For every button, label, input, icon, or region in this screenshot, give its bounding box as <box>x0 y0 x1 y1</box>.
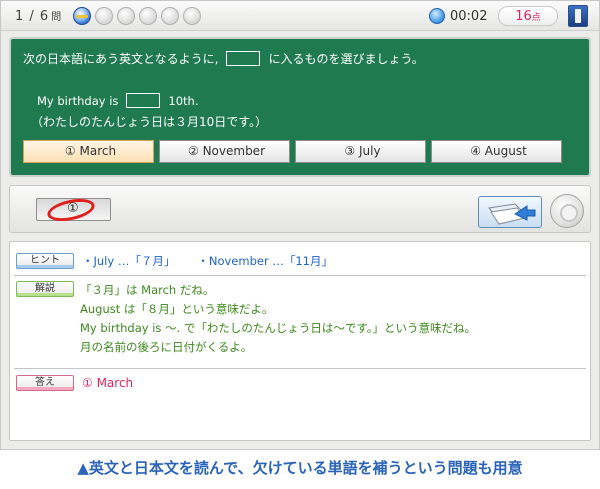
caption: ▲英文と日本文を読んで、欠けている単語を補うという問題も用意 <box>77 459 523 477</box>
door-exit-icon[interactable] <box>568 5 588 27</box>
next-button[interactable] <box>478 196 542 228</box>
choice-button-4[interactable]: ④ August <box>431 140 562 163</box>
progress-dot-5 <box>161 7 179 25</box>
progress-dot-6 <box>183 7 201 25</box>
instruction-before: 次の日本語にあう英文となるように, <box>23 52 219 66</box>
quiz-app: 1 / 6問 00:02 16点 次の日本語にあう英文となるように, に入るもの… <box>0 0 600 450</box>
hint-item-2: ・November …「11月」 <box>197 254 333 268</box>
answer-row: 答え ① March <box>16 375 133 391</box>
correct-answer: ① March <box>82 376 134 390</box>
question-progress: 1 / 6問 <box>15 8 62 24</box>
score-badge: 16点 <box>498 6 558 26</box>
progress-unit: 問 <box>51 12 63 23</box>
hint-text: ・July …「７月」 ・November …「11月」 <box>82 253 333 269</box>
answer-value: ① <box>67 201 79 216</box>
hint-item-1: ・July …「７月」 <box>82 254 176 268</box>
answer-panel: ① <box>9 185 591 233</box>
english-before: My birthday is <box>37 93 119 108</box>
score-value: 16 <box>515 9 532 24</box>
divider <box>14 275 586 276</box>
answer-tag: 答え <box>16 375 74 391</box>
sentence-blank-box <box>126 93 161 108</box>
answer-choices: ① March ② November ③ July ④ August <box>23 140 562 163</box>
help-icon[interactable] <box>550 194 584 228</box>
explanation-line: 「３月」は March だね。 <box>80 283 215 297</box>
score-unit: 点 <box>531 13 541 23</box>
explanation-text: 「３月」は March だね。 August は「８月」という意味だよ。 My … <box>80 281 476 357</box>
progress-dot-2 <box>95 7 113 25</box>
explanation-panel: ヒント ・July …「７月」 ・November …「11月」 解説 「３月」… <box>9 241 591 441</box>
english-after: 10th. <box>168 93 199 108</box>
choice-button-3[interactable]: ③ July <box>295 140 426 163</box>
explanation-line: August は「８月」という意味だよ。 <box>80 302 274 316</box>
answer-field[interactable]: ① <box>36 195 111 225</box>
progress-dot-1 <box>73 7 91 25</box>
progress-text: 1 / 6 <box>15 9 50 24</box>
explanation-row: 解説 「３月」は March だね。 August は「８月」という意味だよ。 … <box>16 281 476 357</box>
progress-dots <box>73 7 201 25</box>
timer: 00:02 <box>450 9 488 24</box>
english-sentence: My birthday is 10th. <box>37 93 199 108</box>
progress-dot-4 <box>139 7 157 25</box>
choice-button-2[interactable]: ② November <box>159 140 290 163</box>
progress-dot-3 <box>117 7 135 25</box>
top-bar: 1 / 6問 00:02 16点 <box>1 1 599 31</box>
globe-clock-icon <box>429 8 445 24</box>
question-instruction: 次の日本語にあう英文となるように, に入るものを選びましょう。 <box>23 50 424 67</box>
hint-row: ヒント ・July …「７月」 ・November …「11月」 <box>16 253 333 269</box>
hint-tag: ヒント <box>16 253 74 269</box>
explanation-line: 月の名前の後ろに日付がくるよ。 <box>80 340 253 354</box>
choice-button-1[interactable]: ① March <box>23 140 154 163</box>
explanation-line: My birthday is ～. で「わたしのたんじょう日は～です。」という意… <box>80 321 476 335</box>
question-panel: 次の日本語にあう英文となるように, に入るものを選びましょう。 My birth… <box>9 37 591 177</box>
next-page-icon <box>488 203 536 225</box>
instruction-after: に入るものを選びましょう。 <box>268 52 424 66</box>
japanese-sentence: （わたしのたんじょう日は３月10日です。） <box>31 115 268 129</box>
explanation-tag: 解説 <box>16 281 74 297</box>
blank-box <box>226 51 261 66</box>
divider <box>14 368 586 369</box>
